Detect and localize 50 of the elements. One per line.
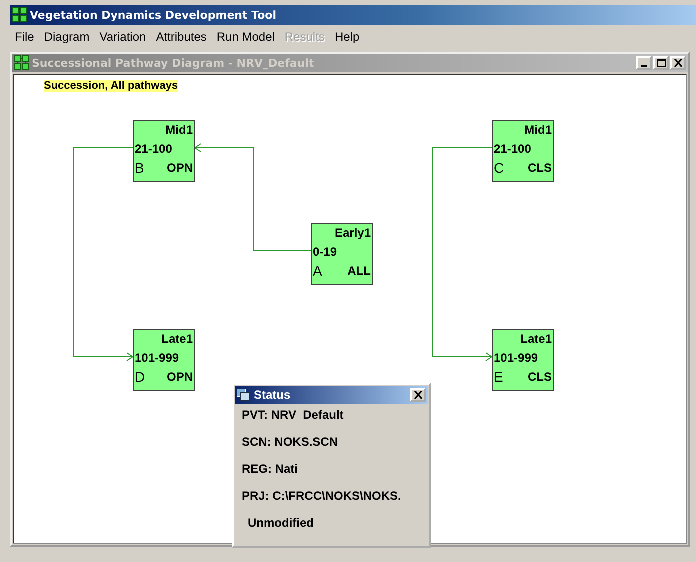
- state-letter: D: [135, 368, 146, 387]
- age-range: 101-999: [134, 350, 180, 367]
- state-letter: B: [135, 159, 144, 178]
- status-line: PVT: NRV_Default: [241, 407, 345, 424]
- windows-icon: [237, 388, 251, 402]
- state-name: Late1: [162, 331, 194, 348]
- state-name: Mid1: [524, 122, 553, 139]
- menu-item[interactable]: File: [10, 30, 40, 44]
- status-state: Unmodified: [247, 515, 315, 532]
- close-icon: [674, 59, 682, 67]
- state-box[interactable]: Early1 0-19 A ALL: [311, 223, 373, 285]
- status-title: Status: [254, 388, 292, 402]
- age-range: 21-100: [493, 141, 532, 158]
- close-button[interactable]: [670, 56, 686, 70]
- age-range: 0-19: [312, 244, 338, 261]
- window-title: Vegetation Dynamics Development Tool: [30, 8, 277, 22]
- age-range: 101-999: [493, 350, 540, 367]
- state-letter: A: [313, 262, 322, 281]
- state-code: OPN: [166, 160, 193, 177]
- state-box[interactable]: Mid1 21-100 B OPN: [133, 120, 195, 182]
- state-box[interactable]: Late1 101-999 E CLS: [492, 329, 554, 391]
- status-line: REG: Nati: [241, 461, 300, 478]
- close-button[interactable]: [410, 388, 426, 402]
- menu-item[interactable]: Run Model: [212, 30, 280, 44]
- menu-item[interactable]: Diagram: [39, 30, 95, 44]
- status-line: PRJ: C:\FRCC\NOKS\NOKS.: [241, 488, 402, 505]
- state-code: CLS: [528, 369, 552, 386]
- maximize-button[interactable]: [653, 56, 669, 70]
- menu-item[interactable]: Help: [330, 30, 365, 44]
- diagram-caption: Succession, All pathways: [44, 80, 178, 92]
- menu-item[interactable]: Variation: [94, 30, 152, 44]
- app-icon: [14, 55, 30, 71]
- state-code: OPN: [166, 369, 193, 386]
- state-name: Late1: [520, 331, 553, 348]
- state-letter: E: [494, 368, 504, 387]
- age-range: 21-100: [134, 141, 174, 158]
- app-icon: [12, 7, 28, 23]
- close-icon: [414, 391, 422, 399]
- state-box[interactable]: Late1 101-999 D OPN: [133, 329, 195, 391]
- menu-item[interactable]: Attributes: [151, 30, 212, 44]
- state-code: ALL: [348, 263, 371, 280]
- state-letter: C: [494, 159, 504, 178]
- status-line: SCN: NOKS.SCN: [241, 434, 340, 451]
- state-code: CLS: [528, 160, 552, 177]
- diagram-window-title: Successional Pathway Diagram - NRV_Default: [32, 56, 316, 70]
- state-name: Early1: [334, 225, 372, 242]
- state-box[interactable]: Mid1 21-100 C CLS: [492, 120, 554, 182]
- state-name: Mid1: [166, 122, 194, 139]
- maximize-icon: [656, 59, 666, 67]
- minimize-button[interactable]: [636, 56, 652, 70]
